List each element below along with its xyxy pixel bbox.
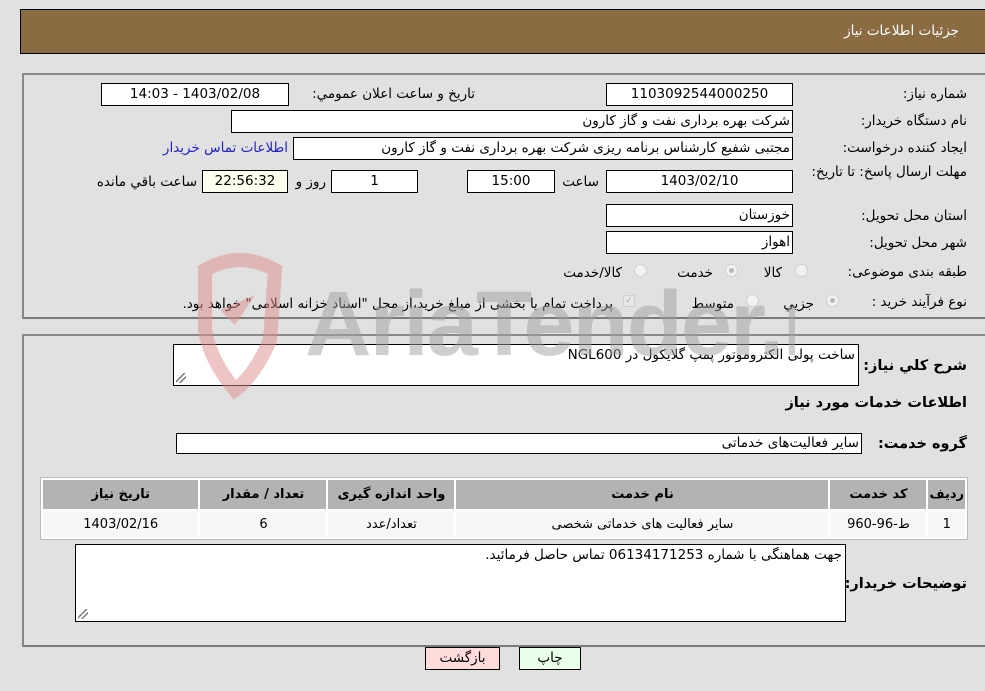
- buyer-notes-textarea[interactable]: جهت هماهنگی با شماره 06134171253 تماس حا…: [75, 544, 846, 622]
- city-field: اهواز: [606, 231, 793, 254]
- cell-unit: تعداد/عدد: [328, 511, 455, 537]
- service-group-label: گروه خدمت:: [877, 436, 967, 452]
- deadline-label: مهلت ارسال پاسخ: تا تاریخ:: [811, 164, 967, 180]
- buyer-contact-link[interactable]: اطلاعات تماس خریدار: [163, 140, 288, 156]
- category-radio-service[interactable]: [725, 264, 738, 277]
- province-field: خوزستان: [606, 204, 793, 227]
- service-group-field: سایر فعالیت‌های خدماتی: [176, 433, 862, 454]
- cell-quantity: 6: [200, 511, 327, 537]
- requester-field: مجتبی شفیع کارشناس برنامه ریزی شرکت بهره…: [293, 137, 793, 160]
- buyer-notes-text: جهت هماهنگی با شماره 06134171253 تماس حا…: [485, 547, 842, 563]
- resize-grip-icon[interactable]: [78, 609, 88, 619]
- province-label: استان محل تحویل:: [861, 208, 967, 224]
- page-header: جزئیات اطلاعات نیاز: [20, 9, 985, 54]
- page-title: جزئیات اطلاعات نیاز: [844, 23, 959, 39]
- buyer-org-label: نام دستگاه خریدار:: [860, 113, 967, 129]
- purchase-type-label: نوع فرآیند خرید :: [871, 294, 967, 310]
- category-radio-goods[interactable]: [795, 264, 808, 277]
- col-header-need-date: تاریخ نیاز: [43, 480, 199, 509]
- services-section-title: اطلاعات خدمات مورد نیاز: [785, 395, 967, 411]
- category-radio-goods-service[interactable]: [634, 264, 647, 277]
- summary-label: شرح كلي نياز:: [863, 358, 967, 374]
- col-header-code: کد خدمت: [830, 480, 927, 509]
- remaining-days-field: 1: [331, 170, 418, 193]
- buyer-org-field: شرکت بهره برداری نفت و گاز کارون: [231, 110, 793, 133]
- purchase-radio-minor[interactable]: [826, 294, 839, 307]
- services-table-header: ردیف کد خدمت نام خدمت واحد اندازه گیری ت…: [43, 480, 965, 509]
- announce-datetime-label: تاریخ و ساعت اعلان عمومي:: [312, 86, 475, 102]
- days-label: روز و: [295, 174, 326, 190]
- category-option-goods-service: کالا/خدمت: [563, 265, 622, 281]
- cell-row: 1: [928, 511, 965, 537]
- category-option-goods: کالا: [763, 265, 782, 281]
- table-row: 1 ط-96-960 سایر فعالیت های خدماتی شخصی ت…: [43, 511, 965, 537]
- summary-text: ساخت پولی الکتروموتور پمپ گلایکول در NGL…: [567, 347, 855, 363]
- cell-need-date: 1403/02/16: [43, 511, 199, 537]
- cell-code: ط-96-960: [830, 511, 927, 537]
- services-table: ردیف کد خدمت نام خدمت واحد اندازه گیری ت…: [40, 477, 968, 540]
- announce-datetime-field: 1403/02/08 - 14:03: [101, 83, 289, 106]
- treasury-checkbox[interactable]: ✓: [623, 295, 635, 307]
- back-button[interactable]: بازگشت: [425, 647, 500, 670]
- city-label: شهر محل تحویل:: [869, 235, 967, 251]
- summary-textarea[interactable]: ساخت پولی الکتروموتور پمپ گلایکول در NGL…: [173, 344, 859, 386]
- requester-label: ایجاد کننده درخواست:: [842, 140, 967, 156]
- col-header-name: نام خدمت: [456, 480, 829, 509]
- purchase-radio-medium[interactable]: [746, 294, 759, 307]
- remaining-time-field: 22:56:32: [202, 170, 288, 193]
- category-label: طبقه بندی موضوعی:: [847, 264, 967, 280]
- treasury-note: پرداخت تمام یا بخشی از مبلغ خرید،از محل …: [182, 296, 613, 312]
- cell-name: سایر فعالیت های خدماتی شخصی: [456, 511, 829, 537]
- category-option-service: خدمت: [677, 265, 713, 281]
- col-header-row: ردیف: [928, 480, 965, 509]
- purchase-option-medium: متوسط: [691, 296, 734, 312]
- col-header-quantity: تعداد / مقدار: [200, 480, 327, 509]
- deadline-time-field: 15:00: [467, 170, 555, 193]
- buyer-notes-label: توضیحات خریدار:: [844, 576, 967, 592]
- deadline-time-label: ساعت: [562, 174, 599, 190]
- print-button[interactable]: چاپ: [519, 647, 581, 670]
- deadline-date-field: 1403/02/10: [606, 170, 793, 193]
- col-header-unit: واحد اندازه گیری: [328, 480, 455, 509]
- need-number-field: 1103092544000250: [606, 83, 793, 106]
- purchase-option-minor: جزيي: [783, 296, 814, 312]
- need-number-label: شماره نیاز:: [902, 86, 967, 102]
- resize-grip-icon[interactable]: [176, 373, 186, 383]
- remaining-label: ساعت باقي مانده: [96, 174, 197, 190]
